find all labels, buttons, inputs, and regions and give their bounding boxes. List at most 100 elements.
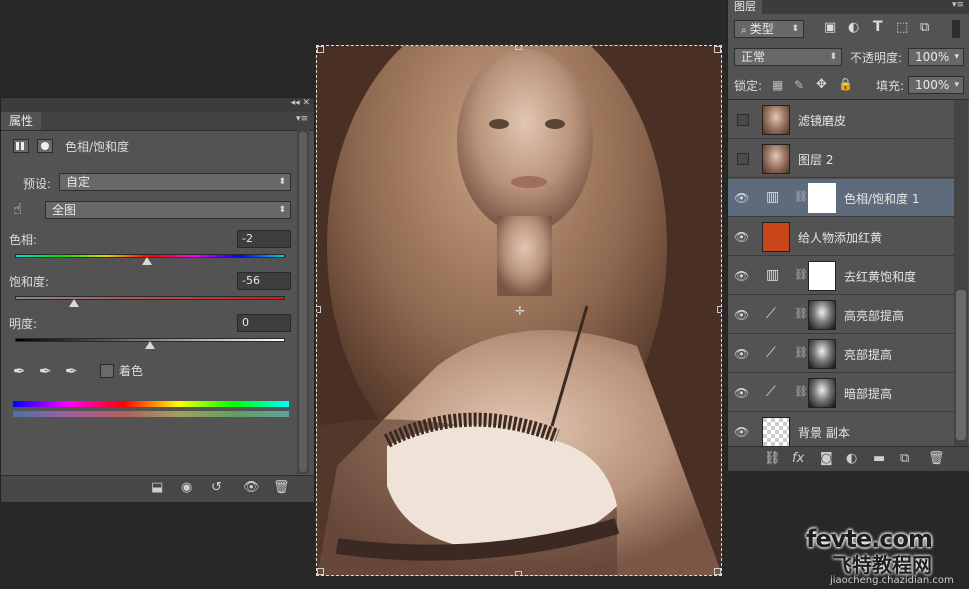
tab-layers[interactable]: 图层: [728, 0, 762, 14]
filter-smartobject-icon[interactable]: ⧉: [920, 20, 929, 35]
colorize-checkbox[interactable]: [100, 364, 114, 378]
fill-input[interactable]: 100% ▾: [908, 76, 964, 94]
layer-row[interactable]: 👁 给人物添加红黄: [728, 218, 954, 256]
layer-row[interactable]: 👁 ⟋ ⛓ 亮部提高: [728, 335, 954, 373]
saturation-slider-track[interactable]: [15, 296, 285, 300]
layers-scrollbar[interactable]: [954, 100, 968, 446]
fill-value: 100%: [915, 78, 950, 92]
transform-handle[interactable]: [714, 568, 721, 575]
layer-row[interactable]: 滤镜磨皮: [728, 101, 954, 139]
fx-icon[interactable]: fx: [792, 451, 804, 466]
trash-icon[interactable]: 🗑: [928, 451, 945, 466]
mask-link-icon[interactable]: ⛓: [794, 268, 808, 281]
properties-panel: ◂◂ ✕ 属性 ▾≡ 色相/饱和度 预设: 自定 ⬍ ☝ 全图 ⬍ 色相: -2…: [0, 97, 315, 502]
layer-filter-select[interactable]: ⌕ 类型 ⬍: [734, 20, 804, 38]
hue-slider-thumb[interactable]: [142, 257, 153, 265]
filter-adjustment-icon[interactable]: ◐: [848, 20, 859, 35]
add-mask-icon[interactable]: ◙: [820, 451, 833, 466]
filter-type-icon[interactable]: T: [873, 19, 883, 35]
layer-mask-thumbnail[interactable]: [808, 183, 836, 213]
properties-panel-titlebar[interactable]: ◂◂ ✕: [1, 98, 314, 112]
lock-position-icon[interactable]: ✥: [816, 77, 827, 92]
transform-handle[interactable]: [515, 571, 522, 575]
visibility-toggle[interactable]: [737, 114, 749, 126]
transform-handle[interactable]: [717, 306, 721, 313]
adjustment-icon[interactable]: [13, 139, 29, 153]
filter-pixel-icon[interactable]: ▣: [824, 20, 836, 35]
lock-label: 锁定:: [734, 79, 763, 93]
layer-row[interactable]: 👁 ⟋ ⛓ 暗部提高: [728, 374, 954, 412]
mask-link-icon[interactable]: ⛓: [794, 346, 808, 359]
layer-mask-thumbnail[interactable]: [808, 300, 836, 330]
transform-handle[interactable]: [317, 46, 324, 53]
mask-link-icon[interactable]: ⛓: [794, 190, 808, 203]
scrollbar-thumb[interactable]: [956, 290, 966, 440]
new-group-icon[interactable]: ▬: [873, 451, 885, 466]
eyedropper-plus-icon[interactable]: ✒: [39, 362, 52, 380]
eye-icon[interactable]: 👁: [734, 191, 749, 205]
layer-row[interactable]: 👁 ▥ ⛓ 去红黄饱和度: [728, 257, 954, 295]
preset-select[interactable]: 自定 ⬍: [59, 173, 291, 191]
layer-mask-thumbnail[interactable]: [808, 261, 836, 291]
layer-mask-thumbnail[interactable]: [808, 339, 836, 369]
layer-mask-thumbnail[interactable]: [808, 378, 836, 408]
document-canvas[interactable]: ✛: [316, 45, 722, 576]
layer-name: 背景 副本: [798, 426, 850, 440]
mask-icon[interactable]: [37, 139, 53, 153]
clip-to-layer-icon[interactable]: ⬓: [151, 480, 163, 495]
transform-handle[interactable]: [515, 46, 522, 50]
lock-transparency-icon[interactable]: ▦: [772, 78, 783, 92]
lock-pixels-icon[interactable]: ✎: [794, 78, 804, 92]
eye-icon[interactable]: 👁: [734, 386, 749, 400]
hue-input[interactable]: -2: [237, 230, 291, 248]
channel-select[interactable]: 全图 ⬍: [45, 201, 291, 219]
eye-icon[interactable]: 👁: [734, 347, 749, 361]
eye-icon[interactable]: 👁: [734, 425, 749, 439]
filter-shape-icon[interactable]: ⬚: [896, 20, 908, 35]
panel-collapse-controls[interactable]: ◂◂ ✕: [291, 98, 310, 108]
lock-all-icon[interactable]: 🔒: [838, 77, 853, 91]
layer-row[interactable]: 图层 2: [728, 140, 954, 178]
eye-icon[interactable]: 👁: [734, 308, 749, 322]
lightness-input[interactable]: 0: [237, 314, 291, 332]
visibility-toggle[interactable]: [737, 153, 749, 165]
mask-link-icon[interactable]: ⛓: [794, 385, 808, 398]
hand-target-icon[interactable]: ☝: [13, 200, 22, 218]
colorize-label: 着色: [119, 364, 144, 378]
panel-menu-icon[interactable]: ▾≡: [296, 114, 308, 124]
view-previous-icon[interactable]: ◉: [181, 480, 192, 495]
blend-mode-select[interactable]: 正常 ⬍: [734, 48, 842, 66]
watermark: fevte.com 飞特教程网 jiaocheng.chazidian.com: [802, 525, 969, 589]
link-layers-icon[interactable]: ⛓: [764, 451, 781, 466]
panel-menu-icon[interactable]: ▾≡: [952, 0, 964, 10]
saturation-slider-thumb[interactable]: [69, 299, 80, 307]
opacity-input[interactable]: 100% ▾: [908, 48, 964, 66]
new-layer-icon[interactable]: ⧉: [900, 451, 909, 466]
mask-link-icon[interactable]: ⛓: [794, 307, 808, 320]
transform-handle[interactable]: [317, 568, 324, 575]
toggle-visibility-icon[interactable]: 👁: [243, 480, 260, 495]
properties-scrollbar[interactable]: [297, 130, 309, 474]
hue-label: 色相:: [9, 233, 38, 247]
hue-saturation-adjustment-icon: ▥: [766, 189, 780, 205]
reset-icon[interactable]: ↺: [211, 480, 222, 495]
scrollbar-thumb[interactable]: [299, 132, 307, 472]
transform-handle[interactable]: [317, 306, 321, 313]
hue-saturation-adjustment-icon: ▥: [766, 267, 780, 283]
new-adjustment-icon[interactable]: ◐: [846, 451, 857, 466]
layer-row[interactable]: 👁 ⟋ ⛓ 高亮部提高: [728, 296, 954, 334]
transform-handle[interactable]: [714, 46, 721, 53]
eyedropper-minus-icon[interactable]: ✒: [65, 362, 78, 380]
layer-row[interactable]: 👁 ▥ ⛓ 色相/饱和度 1: [728, 179, 954, 217]
curves-adjustment-icon: ⟋: [766, 384, 776, 400]
tab-properties[interactable]: 属性: [1, 112, 42, 130]
trash-icon[interactable]: 🗑: [273, 480, 290, 495]
lightness-slider-thumb[interactable]: [145, 341, 155, 349]
eyedropper-icon[interactable]: ✒: [13, 362, 26, 380]
filter-toggle[interactable]: [952, 20, 960, 38]
eye-icon[interactable]: 👁: [734, 230, 749, 244]
saturation-input[interactable]: -56: [237, 272, 291, 290]
input-spectrum-bar: [13, 401, 289, 407]
select-arrows-icon: ⬍: [829, 52, 837, 62]
eye-icon[interactable]: 👁: [734, 269, 749, 283]
